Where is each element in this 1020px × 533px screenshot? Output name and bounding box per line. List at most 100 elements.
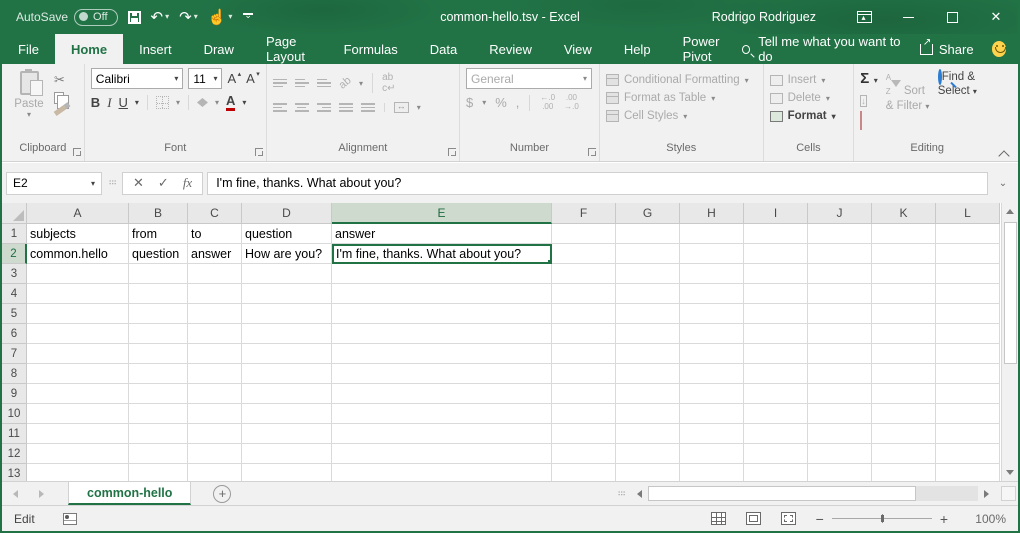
cell-D4[interactable] [242, 284, 332, 304]
row-header-13[interactable]: 13 [2, 464, 27, 481]
cell-J4[interactable] [808, 284, 872, 304]
cell-L12[interactable] [936, 444, 1000, 464]
cell-D8[interactable] [242, 364, 332, 384]
cell-E10[interactable] [332, 404, 552, 424]
cell-F6[interactable] [552, 324, 616, 344]
cell-D12[interactable] [242, 444, 332, 464]
underline-caret-icon[interactable]: ▾ [135, 98, 139, 107]
redo-button[interactable]: ↷▾ [179, 10, 198, 25]
cell-K1[interactable] [872, 224, 936, 244]
zoom-in-icon[interactable]: + [940, 511, 948, 527]
cell-B5[interactable] [129, 304, 188, 324]
cell-K5[interactable] [872, 304, 936, 324]
format-painter-icon[interactable] [54, 105, 67, 116]
touch-mode-button[interactable]: ☝▾ [208, 10, 233, 25]
cell-F1[interactable] [552, 224, 616, 244]
decrease-decimal-icon[interactable]: .00→.0 [564, 94, 579, 112]
cell-I8[interactable] [744, 364, 808, 384]
top-align-icon[interactable] [273, 79, 287, 88]
cell-E9[interactable] [332, 384, 552, 404]
tab-insert[interactable]: Insert [123, 34, 188, 64]
alignment-dialog-launcher-icon[interactable] [448, 148, 456, 156]
cell-F5[interactable] [552, 304, 616, 324]
cell-G13[interactable] [616, 464, 680, 481]
horizontal-scroll-thumb[interactable] [648, 486, 916, 501]
share-button[interactable]: Share [920, 42, 974, 57]
undo-button[interactable]: ↶▾ [151, 10, 170, 25]
cell-styles-button[interactable]: Cell Styles ▾ [606, 110, 757, 122]
bottom-align-icon[interactable] [317, 79, 331, 88]
cell-G5[interactable] [616, 304, 680, 324]
cell-H3[interactable] [680, 264, 744, 284]
row-header-12[interactable]: 12 [2, 444, 27, 464]
cell-F12[interactable] [552, 444, 616, 464]
cell-C7[interactable] [188, 344, 242, 364]
cell-H5[interactable] [680, 304, 744, 324]
collapse-ribbon-icon[interactable] [1000, 149, 1010, 155]
column-header-C[interactable]: C [188, 203, 242, 224]
cell-L9[interactable] [936, 384, 1000, 404]
cell-E4[interactable] [332, 284, 552, 304]
cell-K11[interactable] [872, 424, 936, 444]
cell-A4[interactable] [27, 284, 129, 304]
cell-E12[interactable] [332, 444, 552, 464]
column-header-J[interactable]: J [808, 203, 872, 224]
cancel-icon[interactable]: ✕ [133, 175, 144, 191]
row-header-2[interactable]: 2 [2, 244, 27, 264]
cell-J13[interactable] [808, 464, 872, 481]
row-header-5[interactable]: 5 [2, 304, 27, 324]
cell-A11[interactable] [27, 424, 129, 444]
clear-button[interactable] [860, 112, 877, 130]
cell-A7[interactable] [27, 344, 129, 364]
cell-H1[interactable] [680, 224, 744, 244]
cell-J11[interactable] [808, 424, 872, 444]
cell-K4[interactable] [872, 284, 936, 304]
fill-handle[interactable] [547, 259, 552, 264]
row-header-3[interactable]: 3 [2, 264, 27, 284]
wrap-text-icon[interactable]: abc↵ [382, 72, 395, 94]
cell-B7[interactable] [129, 344, 188, 364]
cell-C13[interactable] [188, 464, 242, 481]
cell-L10[interactable] [936, 404, 1000, 424]
undo-caret-icon[interactable]: ▾ [165, 13, 169, 21]
cell-B9[interactable] [129, 384, 188, 404]
delete-cells-button[interactable]: Delete ▾ [770, 92, 848, 104]
sort-filter-button[interactable]: AZ Sort & Filter ▾ [886, 70, 930, 142]
cell-K2[interactable] [872, 244, 936, 264]
select-all-corner[interactable] [2, 203, 27, 224]
touch-mode-caret-icon[interactable]: ▾ [228, 13, 232, 21]
percent-icon[interactable]: % [495, 95, 507, 110]
cell-J10[interactable] [808, 404, 872, 424]
macro-record-icon[interactable] [63, 513, 77, 525]
cell-I4[interactable] [744, 284, 808, 304]
align-right-icon[interactable] [317, 103, 331, 112]
currency-icon[interactable]: $ [466, 95, 473, 110]
cell-G8[interactable] [616, 364, 680, 384]
cell-I13[interactable] [744, 464, 808, 481]
cell-H12[interactable] [680, 444, 744, 464]
cell-I2[interactable] [744, 244, 808, 264]
number-format-combobox[interactable]: General ▾ [466, 68, 592, 89]
decrease-indent-icon[interactable] [339, 103, 353, 112]
italic-button[interactable]: I [107, 95, 111, 111]
format-as-table-button[interactable]: Format as Table ▾ [606, 92, 757, 104]
cell-F7[interactable] [552, 344, 616, 364]
cell-L8[interactable] [936, 364, 1000, 384]
row-header-8[interactable]: 8 [2, 364, 27, 384]
customize-qat-icon[interactable] [242, 12, 254, 22]
column-header-F[interactable]: F [552, 203, 616, 224]
cell-A13[interactable] [27, 464, 129, 481]
cell-D3[interactable] [242, 264, 332, 284]
cell-I12[interactable] [744, 444, 808, 464]
cell-B12[interactable] [129, 444, 188, 464]
cell-G6[interactable] [616, 324, 680, 344]
cell-G12[interactable] [616, 444, 680, 464]
increase-indent-icon[interactable] [361, 103, 375, 112]
cell-D7[interactable] [242, 344, 332, 364]
column-header-K[interactable]: K [872, 203, 936, 224]
cell-H4[interactable] [680, 284, 744, 304]
expand-formula-bar-icon[interactable]: ⌄ [992, 178, 1014, 189]
row-header-10[interactable]: 10 [2, 404, 27, 424]
cell-E1[interactable]: answer [332, 224, 552, 244]
cell-D11[interactable] [242, 424, 332, 444]
